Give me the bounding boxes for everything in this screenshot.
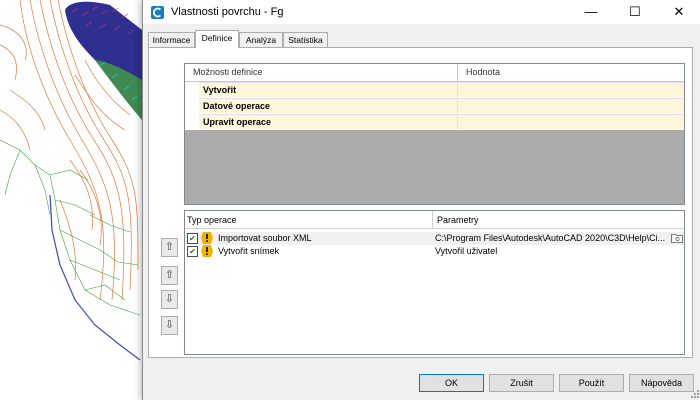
column-header-options[interactable]: Možnosti definice <box>193 67 263 77</box>
minimize-button[interactable]: — <box>569 0 613 24</box>
warning-icon <box>201 232 213 244</box>
definition-tab-page: Možnosti definice Hodnota Vytvořit Datov… <box>148 47 693 358</box>
arrow-down-bottom-icon: ⇩ <box>164 319 175 331</box>
title-bar: Vlastnosti povrchu - Fg — ☐ ✕ <box>143 0 700 24</box>
definition-row-edit-operations[interactable]: Upravit operace <box>199 114 684 129</box>
move-down-button[interactable]: ⇩ <box>161 290 178 309</box>
move-to-bottom-button[interactable]: ⇩ <box>161 316 178 335</box>
operations-grid: Typ operace Parametry ✔ Importovat soubo… <box>184 210 685 355</box>
column-header-operation-type[interactable]: Typ operace <box>187 215 237 225</box>
operation-row-import-xml[interactable]: ✔ Importovat soubor XML C:\Program Files… <box>185 232 684 245</box>
tab-informace[interactable]: Informace <box>148 32 195 47</box>
move-to-top-button[interactable]: ⇧ <box>161 238 178 257</box>
tab-analyza[interactable]: Analýza <box>239 32 283 47</box>
operation-row-create-snapshot[interactable]: ✔ Vytvořit snímek Vytvořil uživatel <box>185 245 684 258</box>
arrow-up-top-icon: ⇧ <box>164 241 175 253</box>
definition-row-data-operations[interactable]: Datové operace <box>199 98 684 113</box>
civil3d-app-icon <box>151 6 164 19</box>
close-button[interactable]: ✕ <box>657 0 700 24</box>
definition-grid-header: Možnosti definice Hodnota <box>185 64 684 82</box>
resize-grip-icon[interactable] <box>689 388 699 398</box>
ok-button[interactable]: OK <box>419 374 484 392</box>
dialog-title: Vlastnosti povrchu - Fg <box>171 6 284 18</box>
help-button[interactable]: Nápověda <box>629 374 694 392</box>
definition-options-grid: Možnosti definice Hodnota Vytvořit Datov… <box>184 63 685 205</box>
maximize-icon: ☐ <box>629 4 641 19</box>
operation-checkbox[interactable]: ✔ <box>187 246 198 257</box>
maximize-button[interactable]: ☐ <box>613 0 657 24</box>
cancel-button[interactable]: Zrušit <box>489 374 554 392</box>
apply-button[interactable]: Použít <box>559 374 624 392</box>
warning-icon <box>201 245 213 257</box>
arrow-down-icon: ⇩ <box>164 293 175 305</box>
tab-definice[interactable]: Definice <box>195 30 239 48</box>
operations-grid-header: Typ operace Parametry <box>185 211 684 229</box>
minimize-icon: — <box>584 4 598 19</box>
arrow-up-icon: ⇧ <box>164 269 175 281</box>
surface-properties-dialog: Vlastnosti povrchu - Fg — ☐ ✕ Informace … <box>142 0 700 400</box>
browse-folder-icon[interactable] <box>671 233 683 243</box>
move-up-button[interactable]: ⇧ <box>161 266 178 285</box>
definition-row-create[interactable]: Vytvořit <box>199 82 684 97</box>
operation-checkbox[interactable]: ✔ <box>187 233 198 244</box>
column-header-parameters[interactable]: Parametry <box>437 215 479 225</box>
tab-statistika[interactable]: Statistika <box>283 32 328 47</box>
close-icon: ✕ <box>673 4 685 19</box>
column-header-value[interactable]: Hodnota <box>466 67 500 77</box>
